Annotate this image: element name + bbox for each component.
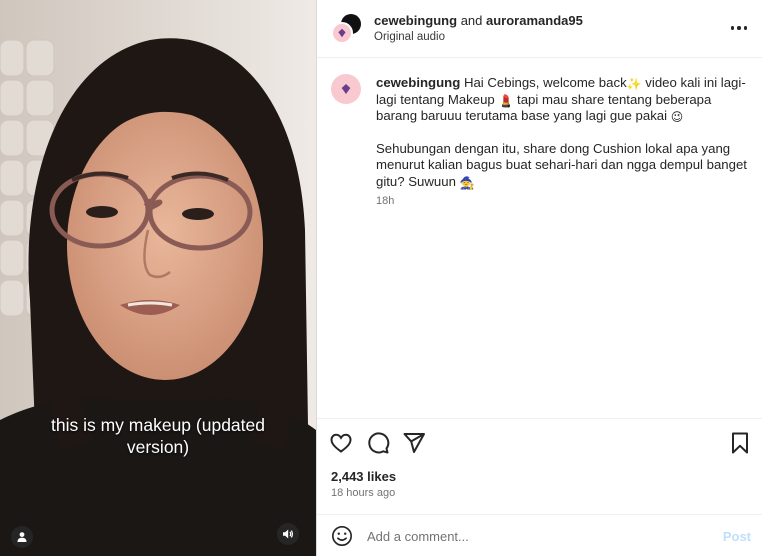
caption-text-1: Hai Cebings, welcome back: [463, 75, 627, 90]
caption-text: cewebingung Hai Cebings, welcome back✨ v…: [376, 75, 748, 207]
caption-paragraph-2: Sehubungan dengan itu, share dong Cushio…: [376, 141, 748, 191]
mage-emoji: 🧙: [459, 175, 475, 190]
comment-button[interactable]: [366, 431, 390, 455]
video-caption-line-2: version): [126, 437, 190, 457]
comment-icon: [368, 432, 390, 454]
video-caption: this is my makeup (updated version): [0, 414, 316, 458]
more-horizontal-icon-dot: [737, 26, 741, 30]
lipstick-emoji: 💄: [498, 93, 514, 108]
post-age[interactable]: 18 hours ago: [331, 487, 395, 499]
author-avatars[interactable]: [331, 14, 363, 46]
post-comment-button[interactable]: Post: [723, 529, 751, 544]
tagged-users-button[interactable]: [11, 526, 33, 548]
sparkles-emoji: ✨: [626, 77, 642, 91]
share-button[interactable]: [402, 431, 426, 455]
caption-author-avatar[interactable]: [331, 74, 361, 104]
video-caption-line-1: this is my makeup (updated: [51, 415, 265, 435]
like-button[interactable]: [329, 431, 353, 455]
audio-link[interactable]: Original audio: [374, 31, 445, 43]
reel-video[interactable]: this is my makeup (updated version): [0, 0, 316, 556]
heart-icon: [330, 433, 352, 453]
comment-input[interactable]: [367, 523, 707, 549]
post-authors: cewebingung and auroramanda95: [374, 13, 583, 28]
avatar-logo-icon: [341, 83, 351, 95]
video-frame: [0, 0, 316, 556]
authors-joiner: and: [460, 13, 483, 28]
collaborator-username-link[interactable]: auroramanda95: [486, 13, 583, 28]
smiley-icon: [332, 526, 352, 546]
caption-username-link[interactable]: cewebingung: [376, 75, 460, 90]
person-icon: [17, 532, 27, 542]
author-avatar[interactable]: [331, 22, 353, 44]
more-horizontal-icon-dot: [743, 26, 748, 30]
wink-emoji: 😉: [670, 110, 684, 125]
save-button[interactable]: [728, 431, 752, 455]
more-horizontal-icon: [730, 26, 735, 30]
share-icon: [403, 433, 425, 453]
caption-paragraph-1: cewebingung Hai Cebings, welcome back✨ v…: [376, 75, 748, 125]
bookmark-icon: [732, 432, 748, 454]
comment-bar: Post: [317, 514, 762, 556]
more-options-button[interactable]: [727, 18, 751, 38]
speaker-icon: [283, 529, 293, 539]
action-bar: [317, 418, 762, 466]
post-panel: cewebingung and auroramanda95 Original a…: [316, 0, 762, 556]
mute-button[interactable]: [277, 523, 299, 545]
emoji-picker-button[interactable]: [331, 525, 353, 547]
post-header: cewebingung and auroramanda95 Original a…: [317, 0, 762, 58]
likes-count[interactable]: 2,443 likes: [331, 469, 396, 484]
caption-timestamp[interactable]: 18h: [376, 195, 394, 207]
caption-text-4: Sehubungan dengan itu, share dong Cushio…: [376, 140, 747, 189]
avatar-logo-icon: [338, 28, 346, 38]
author-username-link[interactable]: cewebingung: [374, 13, 457, 28]
